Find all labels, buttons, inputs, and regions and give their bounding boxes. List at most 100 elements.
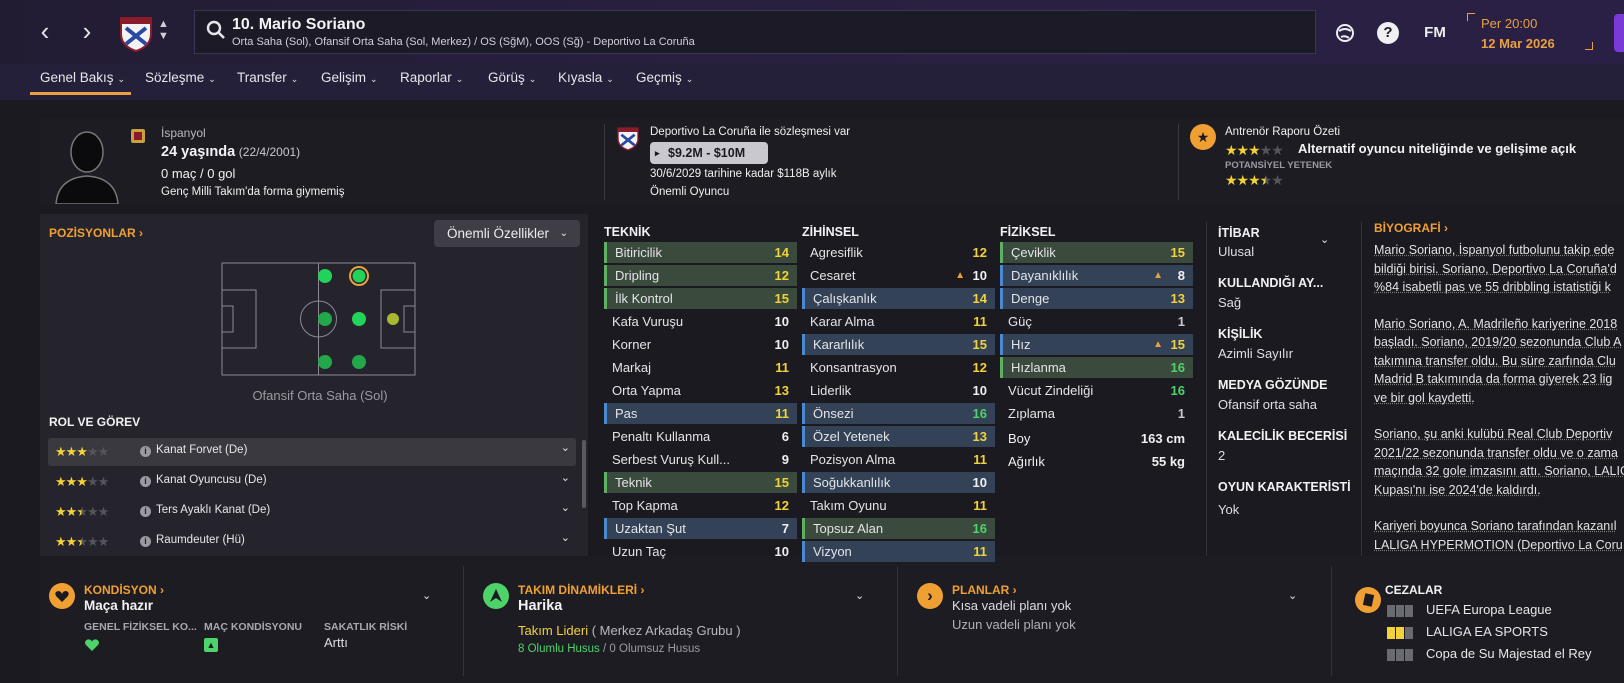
continue-button[interactable]: [1614, 14, 1624, 52]
attribute-row[interactable]: Önsezi 16: [802, 403, 995, 424]
biography-line: Kariyeri boyunca Soriano tarafından kaza…: [1374, 519, 1617, 533]
biography-title-link[interactable]: BİYOGRAFİ ›: [1374, 221, 1448, 235]
chevron-down-icon[interactable]: ⌄: [855, 589, 864, 602]
biography-line: Mario Soriano, A. Madrileño kariyerine 2…: [1374, 316, 1618, 331]
plans-title-link[interactable]: PLANLAR ›: [952, 583, 1017, 597]
attribute-row[interactable]: Çeviklik 15: [1000, 242, 1193, 263]
info-icon[interactable]: i: [140, 506, 151, 517]
attribute-value: 14: [972, 291, 987, 306]
chevron-down-icon[interactable]: ⌄: [1288, 589, 1297, 602]
role-row[interactable]: ★★★★★ i Kanat Oyuncusu (De) ⌄: [48, 468, 576, 496]
attribute-row[interactable]: Korner 10: [604, 334, 797, 355]
attribute-row[interactable]: Çalışkanlık 14: [802, 288, 995, 309]
attribute-row[interactable]: Agresiflik 12: [802, 242, 995, 263]
tab-opinion[interactable]: Görüş ⌄: [488, 70, 536, 96]
fm-menu-icon[interactable]: FM: [1420, 22, 1450, 44]
attribute-row[interactable]: Denge 13: [1000, 288, 1193, 309]
attribute-row[interactable]: Kafa Vuruşu 10: [604, 311, 797, 332]
help-icon[interactable]: ?: [1377, 22, 1399, 44]
biography-line: LALIGA HYPERMOTION (Deportivo La Coru: [1374, 537, 1623, 552]
attribute-row[interactable]: Kararlılık 15: [802, 334, 995, 355]
role-row[interactable]: ★★★★★ i Raumdeuter (Hü) ⌄: [48, 528, 576, 556]
attribute-value: 15: [1170, 337, 1185, 352]
tab-compare[interactable]: Kıyasla ⌄: [558, 70, 614, 96]
condition-title-link[interactable]: KONDİSYON ›: [84, 583, 164, 597]
tab-reports[interactable]: Raporlar ⌄: [400, 70, 463, 96]
attribute-row[interactable]: Uzun Taç 10: [604, 541, 797, 562]
back-arrow-icon[interactable]: ‹: [32, 18, 58, 46]
game-date[interactable]: 12 Mar 2026: [1481, 36, 1555, 51]
attribute-name: Penaltı Kullanma: [612, 429, 711, 444]
injury-risk-label: SAKATLIK RİSKİ: [324, 621, 408, 633]
biography-text: Mario Soriano, İspanyol futbolunu takip …: [1374, 241, 1624, 572]
market-value: $9.2M - $10M: [668, 146, 746, 160]
attribute-row[interactable]: İlk Kontrol 15: [604, 288, 797, 309]
attribute-row[interactable]: Bitiricilik 14: [604, 242, 797, 263]
tab-label: Görüş: [488, 70, 525, 85]
attribute-row[interactable]: Penaltı Kullanma 6: [604, 426, 797, 447]
roles-scrollbar[interactable]: [582, 440, 586, 508]
attribute-row[interactable]: Hızlanma 16: [1000, 357, 1193, 378]
attribute-row[interactable]: Vücut Zindeliği 16: [1000, 380, 1193, 401]
attribute-row[interactable]: Vizyon 11: [802, 541, 995, 562]
attribute-row[interactable]: Konsantrasyon 12: [802, 357, 995, 378]
player-switch-icon[interactable]: ▲ ▼: [158, 18, 169, 42]
info-icon[interactable]: i: [140, 536, 151, 547]
attribute-row[interactable]: Orta Yapma 13: [604, 380, 797, 401]
tab-transfer[interactable]: Transfer ⌄: [237, 70, 298, 96]
info-icon[interactable]: i: [140, 446, 151, 457]
attribute-row[interactable]: Zıplama 1: [1000, 403, 1193, 424]
info-icon[interactable]: i: [140, 476, 151, 487]
tab-contract[interactable]: Sözleşme ⌄: [145, 70, 216, 96]
game-day-time[interactable]: Per 20:00: [1481, 16, 1537, 31]
attribute-name: Top Kapma: [612, 498, 678, 513]
attribute-row[interactable]: Soğukkanlılık 10: [802, 472, 995, 493]
attribute-row[interactable]: Teknik 15: [604, 472, 797, 493]
forward-arrow-icon[interactable]: ›: [74, 18, 100, 46]
chevron-down-icon[interactable]: ⌄: [561, 501, 570, 514]
attribute-row[interactable]: Dripling 12: [604, 265, 797, 286]
attribute-row[interactable]: Hız ▲ 15: [1000, 334, 1193, 355]
attribute-row[interactable]: Dayanıklılık ▲ 8: [1000, 265, 1193, 286]
attribute-row[interactable]: Top Kapma 12: [604, 495, 797, 516]
divider: [604, 124, 605, 200]
attribute-row[interactable]: Serbest Vuruş Kull... 9: [604, 449, 797, 470]
attribute-row[interactable]: Markaj 11: [604, 357, 797, 378]
attribute-row[interactable]: Güç 1: [1000, 311, 1193, 332]
chevron-down-icon[interactable]: ⌄: [561, 531, 570, 544]
attribute-row[interactable]: Uzaktan Şut 7: [604, 518, 797, 539]
club-crest-icon[interactable]: [118, 14, 154, 52]
match-fitness-icon: ▲: [204, 638, 218, 652]
attribute-value: 12: [972, 360, 987, 375]
dynamics-title-link[interactable]: TAKIM DİNAMİKLERİ ›: [518, 583, 644, 597]
chevron-down-icon[interactable]: ⌄: [422, 589, 431, 602]
injury-risk-value: Arttı: [324, 635, 348, 650]
attribute-row[interactable]: Topsuz Alan 16: [802, 518, 995, 539]
attribute-name: Kararlılık: [813, 337, 865, 352]
attribute-row[interactable]: Liderlik 10: [802, 380, 995, 401]
world-icon[interactable]: [1334, 22, 1356, 44]
chevron-down-icon[interactable]: ⌄: [1320, 233, 1329, 246]
attribute-row[interactable]: Takım Oyunu 11: [802, 495, 995, 516]
chevron-down-icon[interactable]: ⌄: [561, 441, 570, 454]
tab-history[interactable]: Geçmiş ⌄: [636, 70, 693, 96]
tab-development[interactable]: Gelişim ⌄: [321, 70, 378, 96]
key-attributes-dropdown[interactable]: Önemli Özellikler ⌄: [434, 220, 580, 247]
attribute-name: Serbest Vuruş Kull...: [612, 452, 731, 467]
search-icon[interactable]: [206, 20, 226, 40]
positions-title-link[interactable]: POZİSYONLAR ›: [49, 226, 143, 240]
attribute-name: Vizyon: [813, 544, 852, 559]
competition-name: Copa de Su Majestad el Rey: [1426, 646, 1592, 661]
divider: [897, 566, 898, 676]
attribute-row[interactable]: Özel Yetenek 13: [802, 426, 995, 447]
trend-up-icon: ▲: [955, 270, 965, 281]
role-row[interactable]: ★★★★★ i Ters Ayaklı Kanat (De) ⌄: [48, 498, 576, 526]
attribute-row[interactable]: Cesaret ▲ 10: [802, 265, 995, 286]
attribute-row[interactable]: Pozisyon Alma 11: [802, 449, 995, 470]
attribute-row[interactable]: Karar Alma 11: [802, 311, 995, 332]
market-value-badge[interactable]: ▸ $9.2M - $10M: [650, 142, 768, 164]
chevron-down-icon[interactable]: ⌄: [561, 471, 570, 484]
date-bracket: [1585, 42, 1593, 50]
role-row[interactable]: ★★★★★ i Kanat Forvet (De) ⌄: [48, 438, 576, 466]
attribute-row[interactable]: Pas 11: [604, 403, 797, 424]
